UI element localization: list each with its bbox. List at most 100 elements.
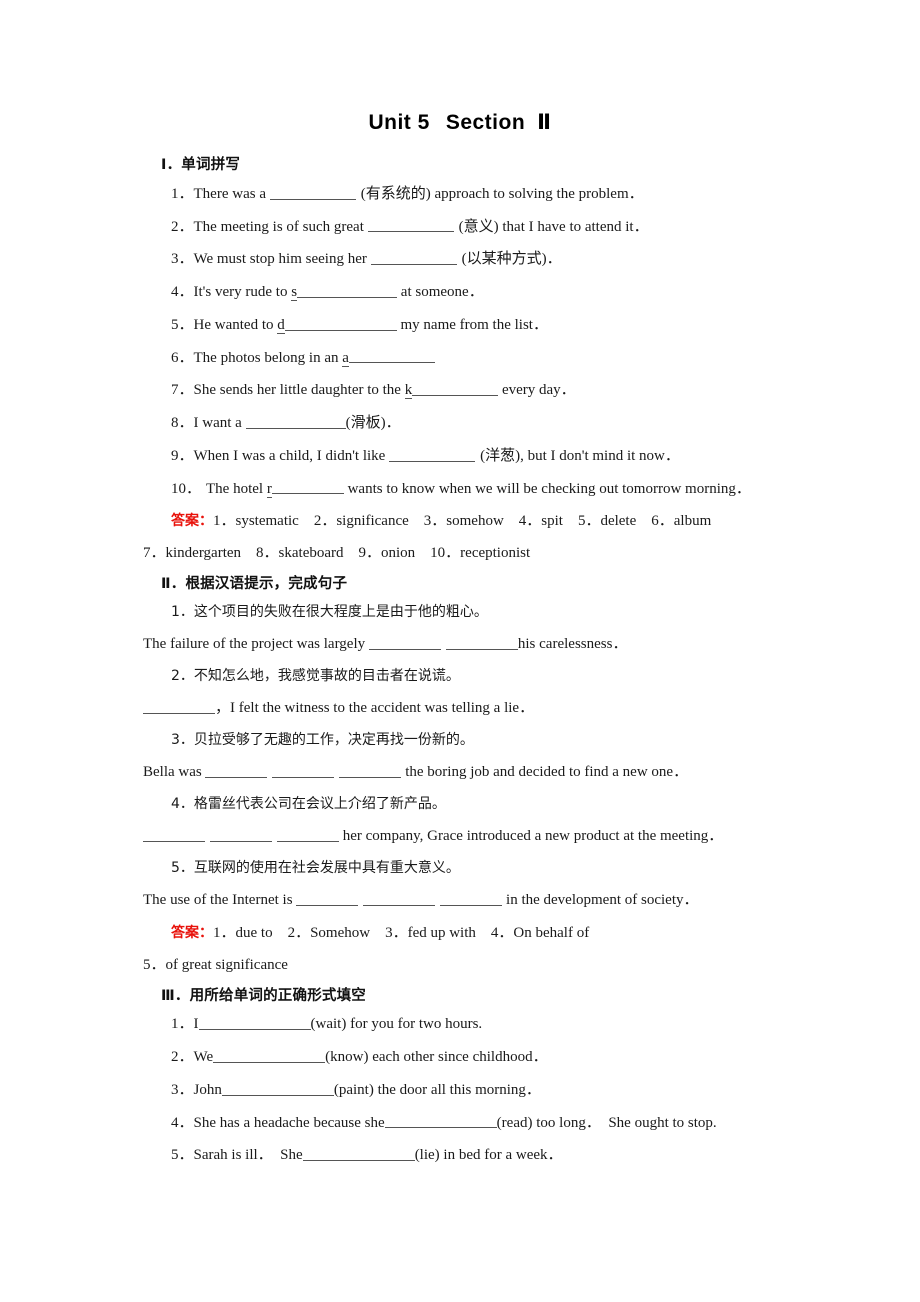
- answer-text: 1．systematic 2．significance 3．somehow 4．…: [213, 513, 712, 530]
- title-numeral: Ⅱ: [537, 111, 552, 134]
- question-item: 2．The meeting is of such great (意义) that…: [143, 216, 803, 239]
- answer-blank[interactable]: [221, 1081, 334, 1096]
- item-text-after: ．: [385, 415, 401, 431]
- item-text-after: each other since childhood．: [368, 1049, 548, 1066]
- answer-block: 答案：1．systematic 2．significance 3．somehow…: [143, 510, 803, 533]
- answer-blank[interactable]: [245, 414, 346, 429]
- answer-blank[interactable]: [412, 381, 499, 397]
- answer-blank[interactable]: [210, 827, 272, 842]
- answer-blank[interactable]: [389, 447, 476, 462]
- answer-blank[interactable]: [445, 635, 518, 650]
- answer-blank[interactable]: [339, 763, 402, 778]
- answer-blank[interactable]: [302, 1146, 415, 1162]
- page-title: Unit 5 Section Ⅱ: [0, 110, 920, 135]
- item-text-before: He wanted to: [193, 316, 278, 333]
- item-text-before: The photos belong in an: [193, 349, 343, 366]
- item-number: 8．: [171, 415, 194, 431]
- item-text-before: The meeting is of such great: [193, 218, 368, 235]
- question-item: 6．The photos belong in an a: [143, 347, 803, 370]
- answer-blank[interactable]: [205, 763, 268, 778]
- worksheet-body: Ⅰ．单词拼写 1．There was a (有系统的) approach to …: [143, 155, 803, 1177]
- item-text-before: Sarah is ill． She: [193, 1147, 303, 1164]
- answer-blank[interactable]: [296, 891, 359, 906]
- answer-blank[interactable]: [297, 283, 398, 298]
- item-text-after: wants to know when we will be checking o…: [343, 480, 751, 497]
- item-chinese-prompt: 这个项目的失败在很大程度上是由于他的粗心。: [193, 604, 488, 620]
- question-item-english: The failure of the project was largely h…: [143, 633, 803, 656]
- item-text-before: John: [193, 1081, 222, 1098]
- item-text-before: Bella was: [143, 764, 206, 781]
- answer-blank[interactable]: [368, 635, 441, 650]
- answer-blank[interactable]: [277, 827, 339, 842]
- item-number: 1．: [171, 1016, 194, 1033]
- answer-blank[interactable]: [440, 891, 503, 906]
- answer-text: 7．kindergarten 8．skateboard 9．onion 10．r…: [143, 545, 531, 562]
- answer-blank[interactable]: [284, 316, 397, 331]
- question-item: 4．It's very rude to s at someone．: [143, 281, 803, 304]
- answer-blank[interactable]: [143, 699, 215, 714]
- answer-blank[interactable]: [367, 218, 454, 233]
- item-text-after: for you for two hours.: [346, 1016, 483, 1033]
- item-text-after: , but I don't mind it now．: [520, 447, 680, 464]
- answer-text: 5．of great significance: [143, 956, 288, 973]
- item-text-before: The use of the Internet is: [143, 891, 297, 908]
- item-text-before: She sends her little daughter to the: [193, 382, 405, 399]
- answer-text: 1．due to 2．Somehow 3．fed up with 4．On be…: [213, 924, 590, 941]
- item-number: 4．: [171, 284, 194, 300]
- item-number: 1．: [171, 185, 194, 202]
- question-item: 10． The hotel r wants to know when we wil…: [143, 478, 803, 501]
- item-chinese-prompt: 互联网的使用在社会发展中具有重大意义。: [193, 859, 460, 876]
- item-hint: (lie): [414, 1147, 440, 1164]
- item-hint: (wait): [310, 1016, 347, 1033]
- section-heading-3: Ⅲ．用所给单词的正确形式填空: [161, 987, 367, 1004]
- item-text-before: There was a: [193, 185, 270, 202]
- item-hint: (以某种方式): [461, 251, 547, 268]
- answer-blank[interactable]: [198, 1015, 311, 1031]
- question-item-chinese: 4．格雷丝代表公司在会议上介绍了新产品。: [143, 794, 803, 816]
- question-item: 7．She sends her little daughter to the k…: [143, 379, 803, 402]
- item-number: 3．: [171, 731, 194, 748]
- answer-blank[interactable]: [272, 763, 335, 778]
- answer-blank[interactable]: [213, 1048, 326, 1063]
- question-item-english: The use of the Internet is in the develo…: [143, 889, 803, 912]
- answer-blank[interactable]: [269, 185, 356, 200]
- item-lead-letter: d: [277, 316, 285, 334]
- item-text-after: the boring job and decided to find a new…: [401, 764, 689, 781]
- item-text-after: too long． She ought to stop.: [532, 1114, 717, 1131]
- item-number: 1．: [171, 604, 194, 620]
- item-hint: (read): [496, 1114, 533, 1131]
- title-section: Section: [445, 111, 526, 134]
- answer-block: 答案：1．due to 2．Somehow 3．fed up with 4．On…: [143, 922, 803, 945]
- answer-blank[interactable]: [370, 250, 457, 266]
- item-text-after: my name from the list．: [396, 316, 548, 333]
- question-item: 5．He wanted to d my name from the list．: [143, 314, 803, 337]
- item-text-after: ，I felt the witness to the accident was …: [215, 700, 535, 717]
- answer-blank[interactable]: [363, 891, 436, 906]
- answer-blank[interactable]: [271, 480, 344, 495]
- question-item: 9．When I was a child, I didn't like (洋葱)…: [143, 445, 803, 468]
- item-text-before: She has a headache because she: [193, 1114, 385, 1131]
- question-item-chinese: 2．不知怎么地，我感觉事故的目击者在说谎。: [143, 666, 803, 688]
- item-hint: (有系统的): [360, 185, 431, 202]
- item-text-after: at someone．: [397, 284, 484, 300]
- question-item: 1．I (wait) for you for two hours.: [143, 1013, 803, 1036]
- answer-blank[interactable]: [348, 349, 435, 364]
- question-item: 8．I want a (滑板)．: [143, 412, 803, 435]
- item-text-after: every day．: [498, 382, 576, 399]
- item-number: 5．: [171, 859, 194, 876]
- item-text-after: his carelessness．: [517, 636, 628, 653]
- question-item: 3．John (paint) the door all this morning．: [143, 1079, 803, 1102]
- answer-blank[interactable]: [143, 827, 205, 842]
- answer-label: 答案：: [171, 513, 213, 530]
- question-item-chinese: 5．互联网的使用在社会发展中具有重大意义。: [143, 858, 803, 880]
- question-item-english: her company, Grace introduced a new prod…: [143, 825, 803, 848]
- item-text-before: The failure of the project was largely: [143, 636, 369, 653]
- item-number: 9．: [171, 447, 194, 464]
- item-number: 2．: [171, 1049, 194, 1066]
- item-number: 5．: [171, 316, 194, 333]
- question-item: 3．We must stop him seeing her (以某种方式)．: [143, 248, 803, 271]
- item-chinese-prompt: 不知怎么地，我感觉事故的目击者在说谎。: [193, 667, 460, 684]
- answer-blank[interactable]: [384, 1114, 497, 1129]
- item-number: 7．: [171, 382, 194, 399]
- answer-label: 答案：: [171, 924, 213, 941]
